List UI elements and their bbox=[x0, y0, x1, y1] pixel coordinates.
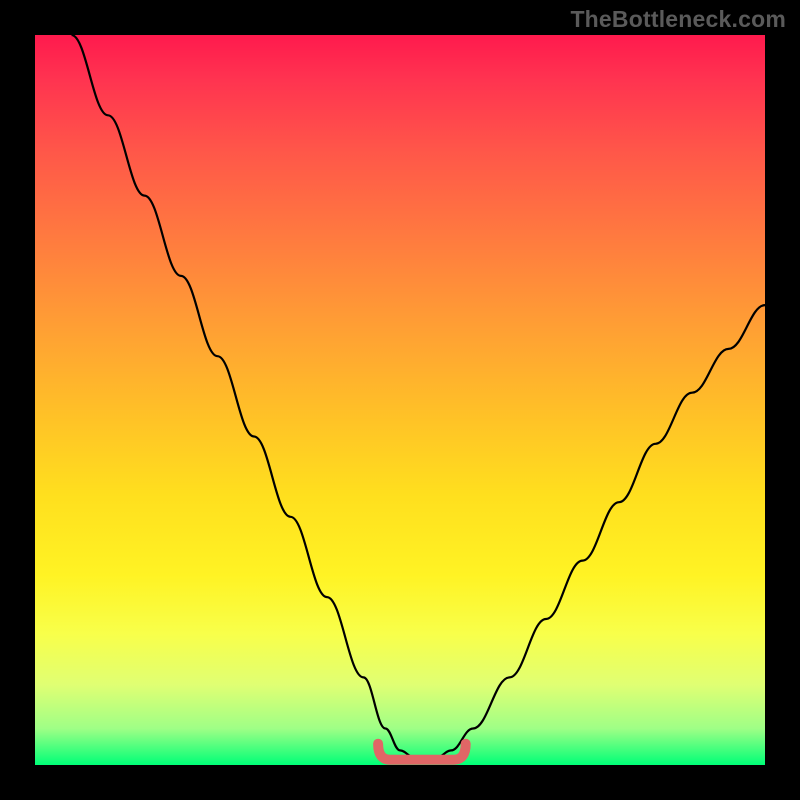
bottleneck-curve-path bbox=[72, 35, 766, 758]
optimal-zone-marker bbox=[378, 744, 466, 760]
chart-plot-area bbox=[35, 35, 765, 765]
watermark-text: TheBottleneck.com bbox=[570, 6, 786, 33]
chart-svg bbox=[35, 35, 765, 765]
